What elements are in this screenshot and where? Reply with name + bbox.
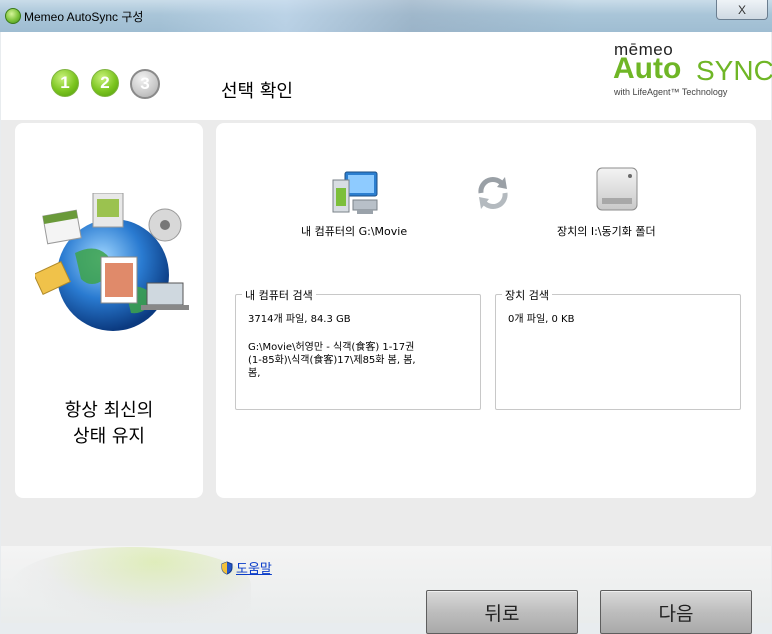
destination-location-label: 장치의 I:\동기화 폴더 (557, 225, 656, 238)
computer-icon (332, 171, 378, 214)
device-scan-title: 장치 검색 (502, 287, 552, 303)
computer-scan-body: 3714개 파일, 84.3 GB G:\Movie\허영만 - 식객(食客) … (248, 313, 416, 380)
step-2-indicator: 2 (91, 69, 119, 97)
step-3-indicator: 3 (130, 69, 160, 99)
window-title: Memeo AutoSync 구성 (24, 10, 144, 24)
device-scan-summary: 0개 파일, 0 KB (508, 314, 575, 325)
globe-sync-icon (35, 193, 189, 331)
title-bar: Memeo AutoSync 구성 X (0, 0, 772, 32)
always-text-line-2: 상태 유지 (73, 426, 145, 447)
sync-arrows-icon (478, 177, 508, 209)
device-scan-group: 장치 검색 0개 파일, 0 KB (495, 287, 741, 410)
logo-auto: Auto (613, 52, 682, 85)
left-info-panel: 항상 최신의 상태 유지 (15, 123, 203, 498)
help-link-text[interactable]: 도움말 (236, 558, 272, 577)
always-up-to-date-text: 항상 최신의 상태 유지 (15, 398, 203, 450)
memeo-autosync-logo: mēmeo Auto SYNC with LifeAgent™ Technolo… (608, 40, 772, 100)
computer-scan-path-line-2: (1-85화)\식객(食客)17\제85화 봄, 봄, (248, 355, 416, 366)
title-bar-glass (160, 0, 580, 32)
help-link[interactable]: 도움말 (221, 558, 272, 577)
logo-tagline: with LifeAgent™ Technology (614, 87, 728, 97)
computer-scan-title: 내 컴퓨터 검색 (242, 287, 316, 303)
window-client: 1 2 3 선택 확인 mēmeo Auto SYNC with LifeAge… (1, 32, 772, 634)
computer-scan-path-line-1: G:\Movie\허영만 - 식객(食客) 1-17권 (248, 342, 415, 353)
drive-icon (596, 167, 638, 211)
footer-decoration (11, 547, 251, 623)
shield-help-icon (221, 560, 233, 575)
logo-sync: SYNC (696, 55, 772, 86)
page-title: 선택 확인 (221, 81, 293, 102)
source-location-label: 내 컴퓨터의 G:\Movie (301, 225, 408, 238)
step-1-indicator: 1 (51, 69, 79, 97)
computer-scan-group: 내 컴퓨터 검색 3714개 파일, 84.3 GB G:\Movie\허영만 … (235, 287, 481, 410)
app-icon (5, 8, 21, 24)
back-button[interactable]: 뒤로 (426, 590, 578, 634)
close-button[interactable]: X (716, 0, 768, 20)
device-scan-body: 0개 파일, 0 KB (508, 313, 574, 326)
always-text-line-1: 항상 최신의 (64, 400, 154, 421)
computer-scan-summary: 3714개 파일, 84.3 GB (248, 314, 351, 325)
computer-scan-path-line-3: 봄, (248, 368, 261, 379)
next-button[interactable]: 다음 (600, 590, 752, 634)
